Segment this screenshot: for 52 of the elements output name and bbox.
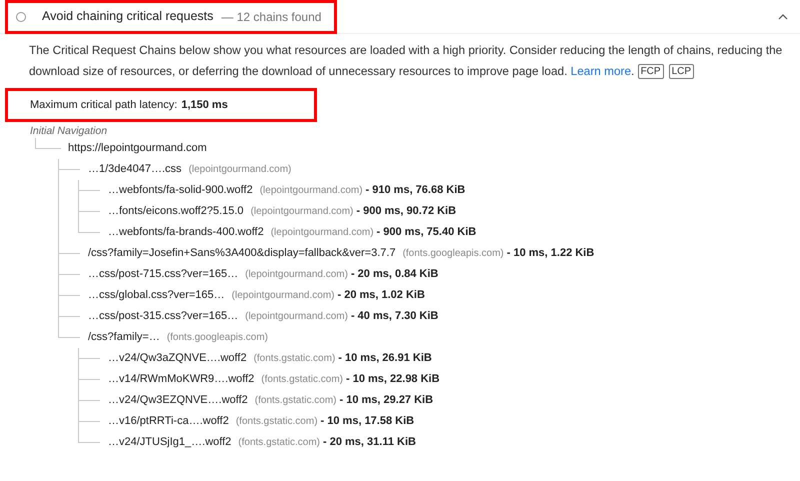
- tree-heading: Initial Navigation: [30, 124, 108, 138]
- request-stats: - 10 ms, 22.98 KiB: [346, 372, 440, 388]
- request-url: /css?family=…: [88, 330, 160, 346]
- request-url: …v24/Qw3EZQNVE….woff2: [108, 393, 248, 408]
- request-url: …v14/RWmMoKWR9….woff2: [108, 372, 254, 388]
- request-host: (fonts.gstatic.com): [254, 352, 336, 366]
- request-host: (lepointgourmand.com): [188, 163, 292, 177]
- request-url: …webfonts/fa-solid-900.woff2: [108, 183, 253, 198]
- request-url: /css?family=Josefin+Sans%3A400&display=fallback&ver=3.7.7: [88, 246, 396, 262]
- request-host: (lepointgourmand.com): [245, 310, 348, 324]
- request-url: …fonts/eicons.woff2?5.15.0: [108, 204, 244, 220]
- request-host: (fonts.gstatic.com): [238, 436, 320, 450]
- request-host: (fonts.gstatic.com): [236, 415, 318, 429]
- learn-more-link[interactable]: Learn more: [570, 64, 631, 78]
- request-url: …webfonts/fa-brands-400.woff2: [108, 225, 264, 240]
- request-stats: - 10 ms, 29.27 KiB: [340, 393, 434, 408]
- request-stats: - 910 ms, 76.68 KiB: [366, 183, 466, 198]
- request-host: (lepointgourmand.com): [260, 184, 363, 198]
- audit-title[interactable]: Avoid chaining critical requests: [42, 7, 214, 26]
- chevron-up-icon[interactable]: [778, 14, 788, 20]
- request-host: (lepointgourmand.com): [245, 268, 348, 282]
- request-url: …css/post-315.css?ver=165…: [88, 309, 238, 324]
- latency-label: Maximum critical path latency:: [30, 98, 178, 113]
- request-url: …css/post-715.css?ver=165…: [88, 267, 238, 282]
- request-host: (lepointgourmand.com): [250, 205, 354, 219]
- request-stats: - 900 ms, 75.40 KiB: [376, 225, 476, 240]
- request-host: (lepointgourmand.com): [232, 289, 334, 303]
- metric-tag: FCP: [638, 64, 664, 80]
- request-stats: - 900 ms, 90.72 KiB: [356, 204, 456, 220]
- request-stats: - 10 ms, 17.58 KiB: [320, 414, 414, 430]
- latency-value: 1,150 ms: [181, 98, 228, 113]
- request-stats: - 20 ms, 1.02 KiB: [337, 288, 425, 304]
- request-url: https://lepointgourmand.com: [68, 141, 207, 156]
- metric-tag: LCP: [668, 64, 694, 80]
- request-url: …css/global.css?ver=165…: [88, 288, 225, 304]
- request-url: …v16/ptRRTi-ca….woff2: [108, 414, 229, 430]
- request-url: …v24/JTUSjIg1_….woff2: [108, 435, 232, 450]
- request-stats: - 10 ms, 26.91 KiB: [338, 351, 432, 366]
- request-host: (fonts.gstatic.com): [254, 394, 336, 408]
- request-stats: - 40 ms, 7.30 KiB: [350, 309, 438, 324]
- tree-connector: [35, 138, 61, 149]
- request-host: (fonts.gstatic.com): [261, 373, 343, 387]
- audit-description: The Critical Request Chains below show you what resources are loaded with a high priority. Consider reducing the length of chains, reducing the download size of resources, or deferring the download of unnecessary resources to improve page load. Learn more. FCP LCP: [28, 42, 784, 82]
- request-host: (fonts.googleapis.com): [402, 247, 504, 261]
- request-url: …1/3de4047….css: [88, 162, 182, 178]
- request-host: (lepointgourmand.com): [270, 226, 374, 240]
- audit-summary: — 12 chains found: [221, 8, 322, 26]
- request-stats: - 20 ms, 31.11 KiB: [323, 435, 416, 450]
- request-stats: - 10 ms, 1.22 KiB: [506, 246, 594, 262]
- request-host: (fonts.googleapis.com): [166, 331, 268, 345]
- request-stats: - 20 ms, 0.84 KiB: [350, 267, 438, 282]
- request-url: …v24/Qw3aZQNVE….woff2: [108, 351, 247, 366]
